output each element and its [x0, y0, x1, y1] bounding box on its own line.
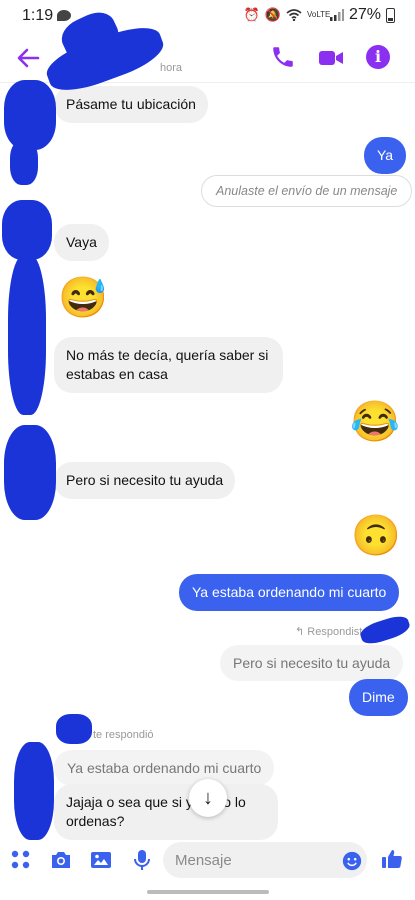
emoji-tears-of-joy[interactable]: 😂 [350, 400, 400, 448]
status-time: 1:19 [22, 7, 54, 24]
scribble [4, 425, 56, 520]
back-arrow-icon[interactable] [14, 44, 42, 72]
scribble [14, 742, 54, 840]
image-icon[interactable] [89, 848, 113, 872]
reply-quote-incoming[interactable]: Ya estaba ordenando mi cuarto [54, 750, 275, 786]
camera-icon[interactable] [49, 848, 73, 872]
incoming-message[interactable]: Jajaja o sea que si ya y no lo ordenas? [54, 784, 278, 840]
wifi-icon [286, 9, 302, 21]
scribble [358, 612, 412, 648]
reply-arrow-icon: ↰ [295, 626, 308, 638]
alarm-icon: ⏰ [243, 7, 260, 22]
scribble [8, 255, 46, 415]
message-input[interactable] [163, 842, 367, 878]
status-icons: ⏰ 🔕 VoLTE 27% [244, 6, 395, 24]
battery-icon [386, 7, 395, 23]
mute-icon: 🔕 [264, 7, 281, 22]
thumbs-up-icon[interactable] [380, 846, 404, 872]
incoming-message[interactable]: No más te decía, quería saber si estabas… [54, 337, 283, 393]
reply-quote-outgoing[interactable]: Pero si necesito tu ayuda [220, 645, 404, 681]
unsent-message-notice: Anulaste el envío de un mensaje [201, 175, 413, 207]
grid-icon[interactable] [9, 848, 33, 872]
emoji-sweat-smile[interactable]: 😅 [58, 276, 108, 324]
home-indicator[interactable] [147, 890, 269, 894]
emoji-icon[interactable] [341, 850, 363, 872]
chat-notification-icon [57, 10, 71, 21]
battery-percent: 27% [348, 6, 381, 23]
active-status: hora [160, 62, 183, 74]
volte-label: VoLTE [306, 10, 331, 19]
incoming-message[interactable]: Pásame tu ubicación [54, 86, 208, 123]
phone-icon[interactable] [270, 44, 296, 70]
scribble [10, 140, 38, 185]
emoji-upside-down[interactable]: 🙃 [351, 514, 401, 562]
scroll-down-button[interactable]: ↓ [189, 779, 227, 817]
status-bar: 1:19 ⏰ 🔕 VoLTE 27% [0, 0, 415, 34]
reply-label-outgoing: ↰ Respondiste [295, 625, 368, 638]
scribble [4, 80, 56, 150]
video-camera-icon[interactable] [318, 46, 344, 70]
incoming-message[interactable]: Pero si necesito tu ayuda [54, 462, 236, 499]
signal-icon [329, 9, 344, 21]
reply-label-text: Respondiste [307, 626, 369, 638]
incoming-message[interactable]: Vaya [54, 224, 109, 261]
scribble [2, 200, 52, 260]
message-composer [0, 838, 415, 882]
reply-label-incoming: te respondió [93, 729, 154, 741]
info-icon[interactable]: i [366, 45, 390, 69]
outgoing-message[interactable]: Ya estaba ordenando mi cuarto [179, 574, 400, 611]
arrow-down-icon: ↓ [203, 787, 213, 809]
microphone-icon[interactable] [130, 848, 154, 872]
outgoing-message[interactable]: Ya [364, 137, 407, 174]
scribble [56, 714, 92, 744]
outgoing-message[interactable]: Dime [349, 679, 408, 716]
